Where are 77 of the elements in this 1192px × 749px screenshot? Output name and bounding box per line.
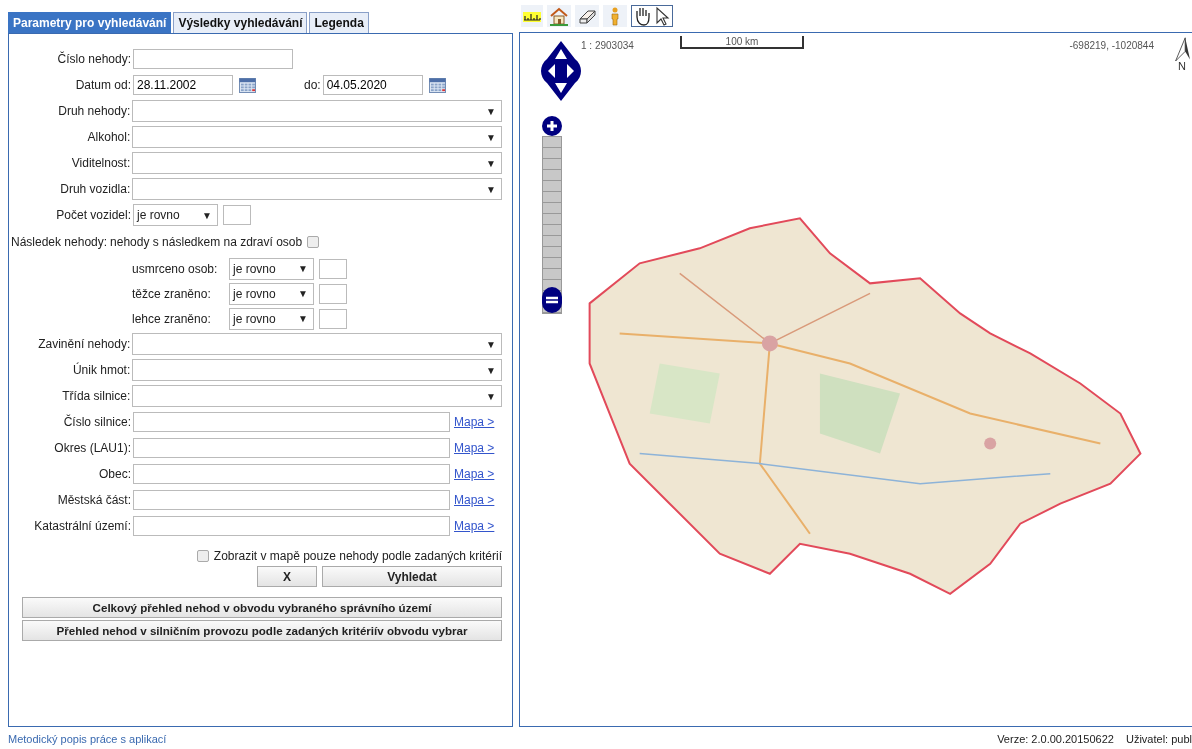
checkbox[interactable] [307, 236, 320, 248]
field-label: Obec: [98, 467, 132, 481]
field-label: Únik hmot: [71, 363, 132, 377]
checkbox-label: Zobrazit v mapě pouze nehody podle zadaných kritérií [213, 549, 502, 563]
input-field[interactable] [133, 412, 450, 432]
hand-pointer-icon[interactable] [631, 5, 673, 27]
eraser-icon[interactable] [575, 5, 599, 27]
report-button[interactable]: Přehled nehod v silničním provozu podle zadaných kritériív obvodu vybrar [22, 620, 502, 641]
date-field[interactable]: 04.05.2020 [322, 75, 423, 95]
input-field[interactable] [319, 258, 347, 279]
scale-bar: 100 km [680, 36, 804, 49]
dropdown[interactable]: ▼ [132, 126, 502, 148]
version-text: Verze: 2.0.00.20150622 [997, 733, 1114, 745]
dropdown[interactable]: ▼ [132, 100, 502, 122]
map-link[interactable]: Mapa > [454, 519, 495, 533]
zoom-in-icon[interactable] [542, 116, 562, 136]
input-field[interactable] [319, 283, 347, 304]
field-label: Následek nehody: [11, 235, 109, 249]
home-icon[interactable] [547, 5, 571, 27]
checkbox-label: nehody s následkem na zdraví osob [110, 235, 303, 249]
field-label: Městská část: [56, 493, 132, 507]
input-field[interactable] [133, 490, 450, 510]
field-label: lehce zraněno: [132, 311, 212, 326]
ruler-icon[interactable] [521, 5, 543, 27]
tab[interactable]: Výsledky vyhledávání [173, 12, 308, 33]
report-button[interactable]: Celkový přehled nehod v obvodu vybraného správního území [22, 597, 502, 618]
date-field[interactable]: 28.11.2002 [133, 75, 233, 95]
search-button[interactable]: Vyhledat [322, 566, 502, 587]
zoom-slider-thumb[interactable] [542, 287, 562, 313]
input-field[interactable] [133, 49, 293, 69]
field-label: Třída silnice: [61, 389, 132, 403]
dropdown[interactable]: je rovno ▼ [229, 257, 314, 280]
dropdown[interactable]: ▼ [132, 152, 502, 174]
field-label: Číslo silnice: [62, 415, 132, 429]
dropdown[interactable]: ▼ [132, 359, 502, 381]
input-field[interactable] [133, 438, 450, 458]
input-field[interactable] [133, 516, 450, 536]
dropdown[interactable]: je rovno ▼ [133, 204, 218, 226]
north-label: N [1178, 61, 1186, 72]
field-label: Datum od: [74, 78, 132, 92]
field-label: těžce zraněno: [132, 286, 212, 301]
help-link[interactable]: Metodický popis práce s aplikací [8, 733, 167, 745]
field-label: Alkohol: [86, 130, 132, 144]
field-label: Druh nehody: [57, 104, 132, 118]
map-link[interactable]: Mapa > [454, 415, 495, 429]
field-label: Druh vozidla: [59, 182, 132, 196]
north-arrow-icon [1174, 37, 1190, 61]
user-text: Uživatel: publ [1125, 733, 1192, 745]
calendar-icon[interactable] [239, 77, 256, 93]
dropdown[interactable]: je rovno ▼ [229, 307, 314, 330]
map-link[interactable]: Mapa > [454, 467, 495, 481]
tab[interactable]: Parametry pro vyhledávání [8, 12, 172, 33]
field-label: Okres (LAU1): [53, 441, 132, 455]
dropdown[interactable]: ▼ [132, 385, 502, 407]
calendar-icon[interactable] [428, 77, 446, 93]
input-field[interactable] [223, 205, 251, 225]
field-label: Zavinění nehody: [37, 337, 132, 351]
field-label: Katastrální území: [33, 519, 132, 533]
dropdown[interactable]: je rovno ▼ [229, 282, 314, 305]
field-label: Viditelnost: [70, 156, 132, 170]
pan-control-icon[interactable] [539, 39, 583, 103]
input-field[interactable] [133, 464, 450, 484]
zoom-slider[interactable] [542, 136, 562, 314]
dropdown[interactable]: ▼ [132, 333, 502, 355]
input-field[interactable] [319, 308, 347, 329]
field-label: do: [304, 78, 321, 92]
dropdown[interactable]: ▼ [132, 178, 502, 200]
scale-ratio: 1 : 2903034 [581, 40, 634, 51]
map-link[interactable]: Mapa > [454, 441, 495, 455]
field-label: Počet vozidel: [55, 208, 132, 222]
field-label: usmrceno osob: [132, 261, 219, 276]
field-label: Číslo nehody: [56, 52, 132, 66]
checkbox[interactable] [196, 550, 209, 562]
coordinates: -698219, -1020844 [1069, 40, 1154, 51]
tab[interactable]: Legenda [309, 12, 369, 33]
map-link[interactable]: Mapa > [454, 493, 495, 507]
clear-button[interactable]: X [257, 566, 317, 587]
